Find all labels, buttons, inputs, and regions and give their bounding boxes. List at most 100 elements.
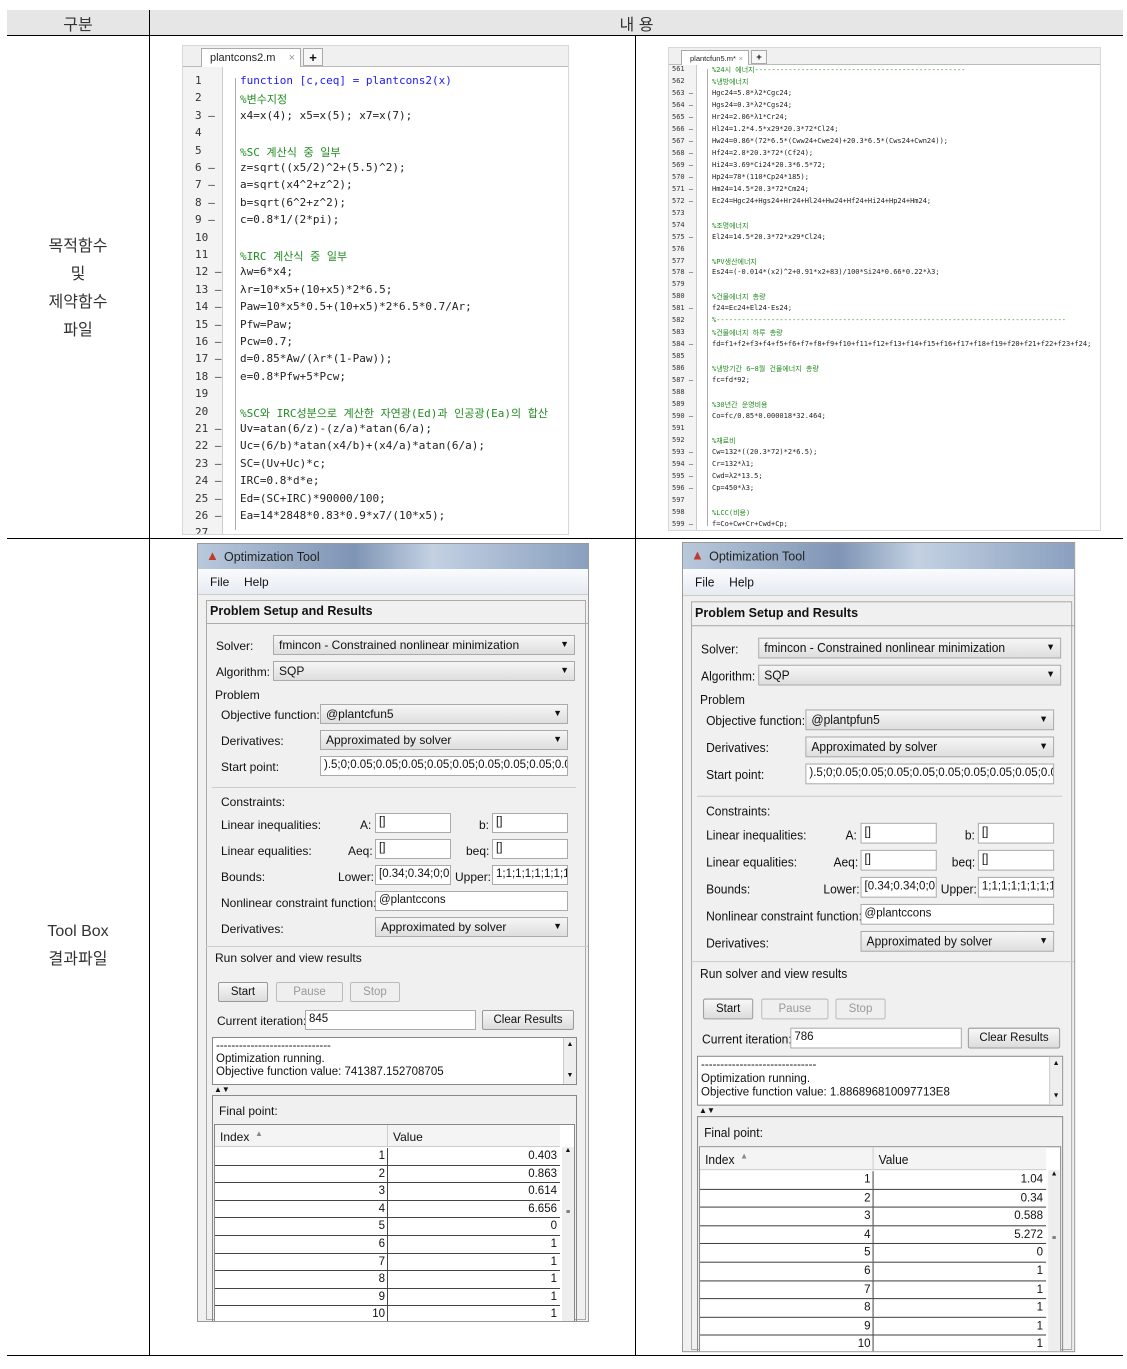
code-line[interactable]: %냉방에너지 bbox=[712, 77, 748, 87]
table-row[interactable]: 4 6.656 bbox=[215, 1200, 560, 1219]
code-line[interactable]: Paw=10*x5*0.5+(10+x5)*2*6.5*0.7/Ar; bbox=[240, 300, 472, 313]
code-line[interactable]: Hw24=0.86*(72*6.5*(Cww24+Cwe24)+20.3*6.5… bbox=[712, 137, 948, 145]
code-line[interactable]: IRC=0.8*d*e; bbox=[240, 474, 319, 487]
solver-dropdown[interactable]: fmincon - Constrained nonlinear minimiza… bbox=[758, 637, 1062, 659]
b-input[interactable]: [] bbox=[492, 813, 568, 833]
stop-button[interactable]: Stop bbox=[350, 982, 400, 1002]
table-row[interactable]: 5 0 bbox=[700, 1244, 1047, 1263]
pause-button[interactable]: Pause bbox=[761, 998, 829, 1020]
nonlinear-constraint-input[interactable]: @plantccons bbox=[860, 903, 1055, 925]
beq-input[interactable]: [] bbox=[492, 839, 568, 859]
code-line[interactable]: f=Co+Cw+Cr+Cwd+Cp; bbox=[712, 520, 788, 528]
objective-function-dropdown[interactable]: @plantcfun5 ▼ bbox=[320, 704, 568, 724]
table-row[interactable]: 8 1 bbox=[700, 1299, 1047, 1318]
code-line[interactable]: a=sqrt(x4^2+z^2); bbox=[240, 178, 353, 191]
menu-help[interactable]: Help bbox=[244, 575, 269, 589]
upper-bound-input[interactable]: 1;1;1;1;1;1;1;1 bbox=[977, 876, 1055, 898]
code-line[interactable]: %LCC(비용) bbox=[712, 508, 750, 518]
new-tab-plus-icon[interactable]: + bbox=[751, 50, 767, 64]
table-row[interactable]: 10 1 bbox=[700, 1335, 1046, 1352]
code-line[interactable]: Hl24=1.2*4.5*x29*20.3*72*Cl24; bbox=[712, 125, 838, 133]
table-row[interactable]: 7 1 bbox=[700, 1281, 1047, 1300]
code-line[interactable]: Uc=(6/b)*atan(x4/b)+(x4/a)*atan(6/a); bbox=[240, 439, 485, 452]
table-row[interactable]: 10 1 bbox=[215, 1306, 560, 1321]
table-scrollbar[interactable]: ▲ ≡ bbox=[1048, 1170, 1061, 1352]
stop-button[interactable]: Stop bbox=[835, 998, 886, 1020]
code-line[interactable]: %24시 에너지--------------------------------… bbox=[712, 65, 965, 75]
a-input[interactable]: [] bbox=[375, 813, 451, 833]
lower-bound-input[interactable]: [0.34;0.34;0;0 bbox=[375, 865, 451, 885]
log-scrollbar[interactable]: ▲ ▼ bbox=[563, 1038, 576, 1084]
code-line[interactable]: Ed=(SC+IRC)*90000/100; bbox=[240, 492, 386, 505]
code-line[interactable]: %건물에너지 총량 bbox=[712, 292, 766, 302]
code-line[interactable]: Hm24=14.5*20.3*72*Cm24; bbox=[712, 185, 809, 193]
code-line[interactable]: %재료비 bbox=[712, 436, 736, 446]
code-line[interactable]: fc=fd*92; bbox=[712, 376, 750, 384]
derivatives-dropdown[interactable]: Approximated by solver ▼ bbox=[805, 736, 1055, 758]
output-log[interactable]: ------------------------------ Optimizat… bbox=[212, 1037, 577, 1085]
objective-function-dropdown[interactable]: @plantpfun5 ▼ bbox=[805, 709, 1055, 731]
output-log[interactable]: ------------------------------ Optimizat… bbox=[697, 1055, 1064, 1106]
table-row[interactable]: 6 1 bbox=[215, 1236, 560, 1254]
code-line[interactable]: λr=10*x5+(10+x5)*2*6.5; bbox=[240, 283, 392, 296]
start-button[interactable]: Start bbox=[703, 998, 754, 1020]
code-line[interactable]: El24=14.5*20.3*72*x29*Cl24; bbox=[712, 233, 826, 241]
code-line[interactable]: %냉방기간 6~8월 건물에너지 총량 bbox=[712, 364, 819, 374]
code-line[interactable]: λw=6*x4; bbox=[240, 265, 293, 278]
column-value-header[interactable]: Value bbox=[879, 1152, 909, 1167]
split-arrows-icon[interactable]: ▲▼ bbox=[699, 1106, 715, 1115]
pause-button[interactable]: Pause bbox=[276, 982, 343, 1002]
b-input[interactable]: [] bbox=[977, 822, 1055, 844]
code-line[interactable]: Pfw=Paw; bbox=[240, 318, 293, 331]
a-input[interactable]: [] bbox=[860, 822, 937, 844]
table-row[interactable]: 8 1 bbox=[215, 1271, 560, 1289]
editor-tab[interactable]: plantcfun5.m* × bbox=[681, 50, 749, 65]
table-row[interactable]: 2 0.34 bbox=[700, 1189, 1047, 1208]
code-line[interactable]: d=0.85*Aw/(λr*(1-Paw)); bbox=[240, 352, 392, 365]
nonlinear-constraint-input[interactable]: @plantccons bbox=[375, 891, 568, 911]
table-row[interactable]: 3 0.588 bbox=[700, 1207, 1047, 1227]
code-line[interactable]: %변수지정 bbox=[240, 91, 287, 107]
code-line[interactable]: Hp24=78*(110*Cp24*185); bbox=[712, 173, 809, 181]
menu-file[interactable]: File bbox=[695, 575, 714, 590]
code-line[interactable]: z=sqrt((x5/2)^2+(5.5)^2); bbox=[240, 161, 406, 174]
code-line[interactable]: Hgs24=0.3*λ2*Cgs24; bbox=[712, 101, 792, 109]
code-editor-plantcfun5[interactable]: plantcfun5.m* × + 561 %24시 에너지-----------… bbox=[668, 47, 1101, 531]
new-tab-plus-icon[interactable]: + bbox=[303, 48, 323, 66]
nl-derivatives-dropdown[interactable]: Approximated by solver ▼ bbox=[375, 917, 568, 937]
solver-dropdown[interactable]: fmincon - Constrained nonlinear minimiza… bbox=[273, 635, 575, 655]
derivatives-dropdown[interactable]: Approximated by solver ▼ bbox=[320, 730, 568, 750]
algorithm-dropdown[interactable]: SQP ▼ bbox=[758, 664, 1062, 686]
start-button[interactable]: Start bbox=[218, 982, 268, 1002]
code-line[interactable]: Hr24=2.06*λ1*Cr24; bbox=[712, 113, 788, 121]
table-row[interactable]: 9 1 bbox=[700, 1317, 1047, 1336]
code-line[interactable]: c=0.8*1/(2*pi); bbox=[240, 213, 339, 226]
code-line[interactable]: e=0.8*Pfw+5*Pcw; bbox=[240, 370, 346, 383]
code-line[interactable]: Es24=(-0.014*(x2)^2+0.91*x2+83)/100*Si24… bbox=[712, 268, 940, 276]
aeq-input[interactable]: [] bbox=[375, 839, 451, 859]
code-line[interactable]: Cr=132*λ1; bbox=[712, 460, 754, 468]
code-line[interactable]: Hf24=2.8*20.3*72*(Cf24); bbox=[712, 149, 813, 157]
code-line[interactable]: f24=Ec24+El24-Es24; bbox=[712, 304, 792, 312]
upper-bound-input[interactable]: 1;1;1;1;1;1;1;1 bbox=[492, 865, 568, 885]
menu-file[interactable]: File bbox=[210, 575, 229, 589]
table-row[interactable]: 4 5.272 bbox=[700, 1226, 1047, 1245]
aeq-input[interactable]: [] bbox=[860, 849, 937, 871]
table-scrollbar[interactable]: ▲ ≡ bbox=[562, 1147, 574, 1321]
table-row[interactable]: 6 1 bbox=[700, 1262, 1047, 1282]
code-line[interactable]: Uv=atan(6/z)-(z/a)*atan(6/a); bbox=[240, 422, 432, 435]
code-editor-plantcons2[interactable]: plantcons2.m × + 1 function [c,ceq] = pla… bbox=[182, 45, 569, 535]
code-line[interactable]: %조명에너지 bbox=[712, 221, 748, 231]
editor-tab[interactable]: plantcons2.m × bbox=[201, 48, 301, 67]
code-line[interactable]: function [c,ceq] = plantcons2(x) bbox=[240, 74, 452, 87]
code-line[interactable]: Pcw=0.7; bbox=[240, 335, 293, 348]
code-line[interactable]: %---------------------------------------… bbox=[712, 316, 1066, 324]
clear-results-button[interactable]: Clear Results bbox=[482, 1010, 574, 1030]
code-line[interactable]: SC=(Uv+Uc)*c; bbox=[240, 457, 326, 470]
log-scrollbar[interactable]: ▲ ▼ bbox=[1049, 1056, 1063, 1105]
code-line[interactable]: fd=f1+f2+f3+f4+f5+f6+f7+f8+f9+f10+f11+f1… bbox=[712, 340, 1091, 348]
lower-bound-input[interactable]: [0.34;0.34;0;0 bbox=[860, 876, 937, 898]
start-point-input[interactable]: ).5;0;0.05;0.05;0.05;0.05;0.05;0.05;0.05… bbox=[320, 756, 568, 776]
code-line[interactable]: %30년간 운영비용 bbox=[712, 400, 768, 410]
menu-help[interactable]: Help bbox=[729, 575, 754, 590]
